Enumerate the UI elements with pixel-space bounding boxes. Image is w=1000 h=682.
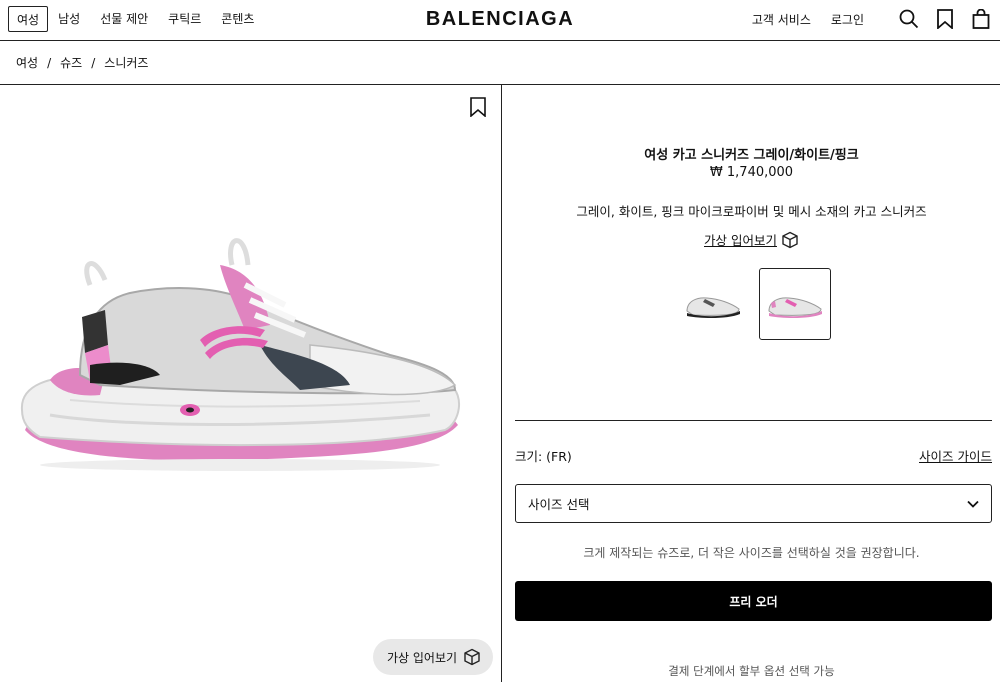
cube-icon[interactable] (781, 231, 799, 249)
size-label: 크기: (FR) (515, 449, 572, 464)
virtual-try-on-label: 가상 입어보기 (387, 650, 458, 665)
breadcrumb-women[interactable]: 여성 (16, 54, 38, 71)
size-guide-link[interactable]: 사이즈 가이드 (919, 446, 992, 465)
product-price: ₩ 1,740,000 (709, 165, 794, 180)
breadcrumb-shoes[interactable]: 슈즈 (60, 54, 82, 71)
virtual-try-on-link[interactable]: 가상 입어보기 (704, 233, 777, 248)
chevron-down-icon (967, 500, 979, 508)
shopping-bag-icon[interactable] (970, 8, 992, 30)
wishlist-bookmark-icon[interactable] (469, 97, 489, 119)
section-divider (515, 420, 992, 421)
product-title: 여성 카고 스니커즈 그레이/화이트/핑크 (644, 148, 859, 163)
login-link[interactable]: 로그인 (831, 11, 864, 28)
search-icon[interactable] (898, 8, 920, 30)
color-variant-thumbnails (677, 268, 831, 340)
product-main-image[interactable] (10, 225, 480, 485)
breadcrumb-separator: / (47, 55, 52, 70)
customer-service-link[interactable]: 고객 서비스 (752, 11, 811, 28)
breadcrumb: 여성 / 슈즈 / 스니커즈 (0, 41, 1000, 85)
virtual-try-on-link-row: 가상 입어보기 (503, 230, 1000, 249)
header-actions: 고객 서비스 로그인 (752, 6, 992, 32)
preorder-button[interactable]: 프리 오더 (515, 581, 992, 621)
cube-icon (464, 648, 480, 666)
breadcrumb-sneakers[interactable]: 스니커즈 (104, 54, 148, 71)
bookmark-icon[interactable] (934, 8, 956, 30)
installment-note: 결제 단계에서 할부 옵션 선택 가능 (668, 664, 835, 678)
virtual-try-on-button[interactable]: 가상 입어보기 (373, 639, 494, 675)
product-info-panel: 여성 카고 스니커즈 그레이/화이트/핑크 ₩ 1,740,000 그레이, 화… (503, 85, 1000, 682)
size-select-value: 사이즈 선택 (528, 497, 590, 512)
size-recommendation-note: 크게 제작되는 슈즈로, 더 작은 사이즈를 선택하실 것을 권장합니다. (583, 546, 920, 560)
size-select-dropdown[interactable]: 사이즈 선택 (515, 484, 992, 523)
product-image-panel: 가상 입어보기 (0, 85, 502, 682)
site-header: 여성 남성 선물 제안 쿠틱르 콘텐츠 BALENCIAGA 고객 서비스 로그… (0, 0, 1000, 41)
product-description: 그레이, 화이트, 핑크 마이크로파이버 및 메시 소재의 카고 스니커즈 (576, 204, 927, 219)
breadcrumb-separator: / (91, 55, 96, 70)
variant-thumbnail-grey-white-pink[interactable] (759, 268, 831, 340)
variant-thumbnail-grey-black[interactable] (677, 268, 749, 340)
